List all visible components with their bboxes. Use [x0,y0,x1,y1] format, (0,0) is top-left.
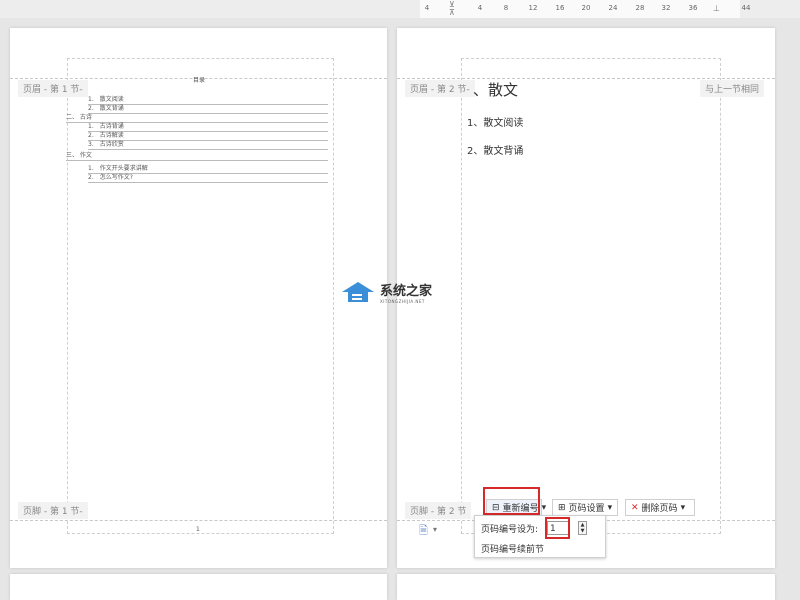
document-page-1[interactable]: 页眉 - 第 1 节- 页脚 - 第 1 节- 目录 1. 散文阅读 2. 散文… [10,28,387,568]
ruler-tick: 8 [503,4,509,12]
header-boundary-line [397,78,775,79]
watermark-name: 系统之家 [380,284,433,299]
same-as-previous-tag[interactable]: 与上一节相同 [700,80,765,97]
left-indent-marker[interactable]: ⊼ [449,8,455,17]
header-section-tag[interactable]: 页眉 - 第 1 节- [18,80,88,97]
header-section-tag[interactable]: 页眉 - 第 2 节- [405,80,475,97]
page-number-format-icon[interactable]: 🗎 [419,522,428,541]
horizontal-ruler[interactable]: 4 ⊻ ⊼ 4 8 12 16 20 24 28 32 36 ⊥ 44 [0,0,800,18]
ruler-tick: 4 [477,4,483,12]
footer-section-tag[interactable]: 页脚 - 第 1 节- [18,502,88,519]
ruler-tick: 16 [555,4,565,12]
highlight-page-number-input [545,517,570,539]
watermark-url: XITONGZHIJIA.NET [380,299,425,304]
ruler-tick: 32 [661,4,671,12]
toc-entry[interactable]: 1. 古诗背诵 [88,123,328,132]
settings-icon: ⊞ [558,502,566,513]
ruler-tick: 12 [528,4,538,12]
toc-entry[interactable]: 2. 怎么写作文? [88,174,328,183]
close-icon: ✕ [631,502,639,513]
page-number-stepper[interactable]: ▲ ▼ [578,521,587,535]
highlight-renumber [483,487,540,515]
ruler-tick: 20 [581,4,591,12]
right-indent-marker[interactable]: ⊥ [713,4,720,13]
list-item: 1、散文阅读 [467,118,524,129]
delete-page-number-button[interactable]: ✕ 删除页码 ▾ [625,499,695,516]
toc-entry[interactable]: 三、 作文 [66,152,328,161]
chevron-down-icon: ▾ [541,502,547,513]
list-item: 2、散文背诵 [467,146,524,157]
footer-boundary-line [10,520,387,521]
footer-page-number: 1 [196,526,200,533]
toc-entry[interactable]: 1. 散文阅读 [88,96,328,105]
footer-section-tag[interactable]: 页脚 - 第 2 节 [405,502,472,519]
site-watermark: 系统之家 XITONGZHIJIA.NET [340,280,432,304]
chevron-down-icon: ▾ [680,502,686,513]
toc-entry[interactable]: 1. 作文开头要求讲解 [88,165,328,174]
toc-entry[interactable]: 2. 散文背诵 [88,105,328,114]
house-logo-icon [342,282,374,302]
ruler-tick: 44 [741,4,751,12]
document-page-2[interactable]: 页眉 - 第 2 节- 与上一节相同 页脚 - 第 2 节 、散文 1、散文阅读… [397,28,775,568]
ruler-tick: 4 [424,4,430,12]
document-page-4[interactable] [397,574,775,600]
chevron-down-icon[interactable]: ▾ [433,525,437,534]
toc-entry[interactable]: 二、 古诗 [66,114,328,123]
ruler-tick: 36 [688,4,698,12]
toc-title: 目录 [193,77,206,84]
set-page-number-label: 页码编号设为: [481,525,539,535]
toc-entry[interactable]: 2. 古诗解读 [88,132,328,141]
toc-entry[interactable]: 3. 古诗欣赏 [88,141,328,150]
page-number-settings-button[interactable]: ⊞ 页码设置 ▾ [552,499,618,516]
page-margin-guide [461,58,721,534]
section-heading: 、散文 [473,81,519,99]
ruler-tick: 24 [608,4,618,12]
document-page-3[interactable] [10,574,387,600]
ruler-tick: 28 [635,4,645,12]
continue-previous-section-option[interactable]: 页码编号续前节 [481,542,544,555]
chevron-down-icon: ▾ [607,502,613,513]
